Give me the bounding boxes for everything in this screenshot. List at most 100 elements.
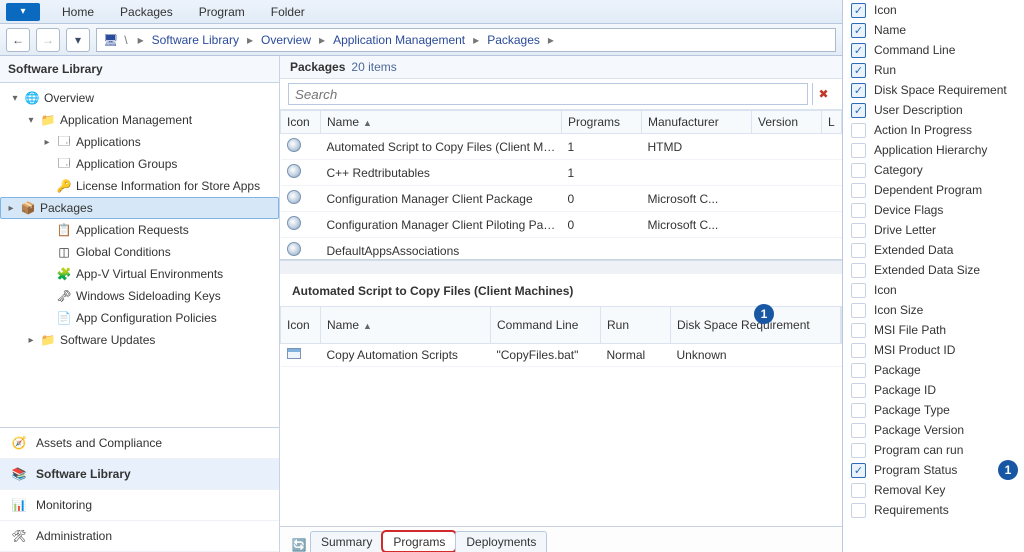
forward-button[interactable]: → <box>36 28 60 52</box>
menu-packages[interactable]: Packages <box>116 3 177 21</box>
tree-node[interactable]: ◫Global Conditions <box>0 241 279 263</box>
checkbox-icon[interactable] <box>851 243 866 258</box>
checkbox-icon[interactable] <box>851 403 866 418</box>
checkbox-icon[interactable]: ✓ <box>851 63 866 78</box>
tree-twisty-icon[interactable]: ▸ <box>6 203 16 214</box>
column-chooser-item[interactable]: ✓Program Status1 <box>843 460 1024 480</box>
table-row[interactable]: Copy Automation Scripts"CopyFiles.bat"No… <box>281 344 842 367</box>
column-chooser-item[interactable]: MSI File Path <box>843 320 1024 340</box>
clear-search-icon[interactable]: ✖ <box>812 83 834 105</box>
refresh-icon[interactable]: 🔄 <box>288 538 310 552</box>
column-chooser-item[interactable]: Program can run <box>843 440 1024 460</box>
checkbox-icon[interactable] <box>851 383 866 398</box>
column-chooser-item[interactable]: Drive Letter <box>843 220 1024 240</box>
tab-summary[interactable]: Summary <box>310 531 383 552</box>
checkbox-icon[interactable] <box>851 163 866 178</box>
checkbox-icon[interactable] <box>851 483 866 498</box>
column-chooser-item[interactable]: Package ID <box>843 380 1024 400</box>
tree-node[interactable]: 📋Application Requests <box>0 219 279 241</box>
table-row[interactable]: DefaultAppsAssociations <box>281 238 842 261</box>
checkbox-icon[interactable] <box>851 123 866 138</box>
column-chooser-item[interactable]: ✓Run <box>843 60 1024 80</box>
col-programs[interactable]: Programs <box>562 111 642 134</box>
checkbox-icon[interactable] <box>851 323 866 338</box>
checkbox-icon[interactable]: ✓ <box>851 3 866 18</box>
checkbox-icon[interactable] <box>851 363 866 378</box>
col-version[interactable]: Version <box>752 111 822 134</box>
tree-node[interactable]: ▸🗔Applications <box>0 131 279 153</box>
column-chooser-item[interactable]: ✓Name <box>843 20 1024 40</box>
menu-program[interactable]: Program <box>195 3 249 21</box>
tab-programs[interactable]: Programs <box>382 531 456 552</box>
col-overflow[interactable]: L <box>822 111 842 134</box>
column-chooser-item[interactable]: Removal Key <box>843 480 1024 500</box>
column-chooser-item[interactable]: Package Version <box>843 420 1024 440</box>
column-chooser-item[interactable]: Extended Data <box>843 240 1024 260</box>
tree-node[interactable]: 🧩App-V Virtual Environments <box>0 263 279 285</box>
dcol-cmd[interactable]: Command Line <box>491 307 601 344</box>
column-chooser-item[interactable]: Application Hierarchy <box>843 140 1024 160</box>
back-button[interactable]: ← <box>6 28 30 52</box>
tree-node[interactable]: ▾🌐Overview <box>0 87 279 109</box>
checkbox-icon[interactable] <box>851 443 866 458</box>
checkbox-icon[interactable] <box>851 423 866 438</box>
checkbox-icon[interactable] <box>851 303 866 318</box>
dcol-run[interactable]: Run <box>601 307 671 344</box>
tree-node[interactable]: ▸📁Software Updates <box>0 329 279 351</box>
tree-twisty-icon[interactable]: ▸ <box>42 137 52 148</box>
breadcrumb-item[interactable]: Software Library <box>150 33 241 47</box>
breadcrumb-item[interactable]: Packages <box>485 33 542 47</box>
checkbox-icon[interactable] <box>851 343 866 358</box>
workspace-item[interactable]: 📊Monitoring <box>0 490 279 521</box>
column-chooser-item[interactable]: Action In Progress <box>843 120 1024 140</box>
dcol-name[interactable]: Name▲ <box>321 307 491 344</box>
column-chooser-item[interactable]: MSI Product ID <box>843 340 1024 360</box>
col-name[interactable]: Name▲ <box>321 111 562 134</box>
workspace-item[interactable]: 📚Software Library <box>0 459 279 490</box>
checkbox-icon[interactable] <box>851 203 866 218</box>
column-chooser-item[interactable]: Requirements <box>843 500 1024 520</box>
table-row[interactable]: C++ Redtributables1 <box>281 160 842 186</box>
tab-deployments[interactable]: Deployments <box>455 531 547 552</box>
tree-node[interactable]: ▸📦Packages <box>0 197 279 219</box>
tree-twisty-icon[interactable]: ▸ <box>26 335 36 346</box>
checkbox-icon[interactable]: ✓ <box>851 43 866 58</box>
menu-folder[interactable]: Folder <box>267 3 309 21</box>
tree-node[interactable]: 🗔Application Groups <box>0 153 279 175</box>
table-row[interactable]: Configuration Manager Client Package0Mic… <box>281 186 842 212</box>
column-chooser-item[interactable]: Extended Data Size <box>843 260 1024 280</box>
column-chooser-item[interactable]: Category <box>843 160 1024 180</box>
up-button[interactable]: ▾ <box>66 28 90 52</box>
breadcrumb-item[interactable]: Overview <box>259 33 313 47</box>
column-chooser-item[interactable]: Package <box>843 360 1024 380</box>
checkbox-icon[interactable]: ✓ <box>851 103 866 118</box>
tree-node[interactable]: 🗝Windows Sideloading Keys <box>0 285 279 307</box>
column-chooser-item[interactable]: ✓Icon <box>843 0 1024 20</box>
tree-node[interactable]: 🔑License Information for Store Apps <box>0 175 279 197</box>
column-chooser-item[interactable]: Icon <box>843 280 1024 300</box>
breadcrumb-item[interactable]: Application Management <box>331 33 467 47</box>
breadcrumb[interactable]: 🖥 \ ▸ Software Library ▸ Overview ▸ Appl… <box>96 28 836 52</box>
tree-twisty-icon[interactable]: ▾ <box>10 93 20 104</box>
col-icon[interactable]: Icon <box>281 111 321 134</box>
column-chooser-item[interactable]: Package Type <box>843 400 1024 420</box>
dcol-icon[interactable]: Icon <box>281 307 321 344</box>
horizontal-scrollbar[interactable] <box>280 260 842 274</box>
column-chooser-item[interactable]: Icon Size <box>843 300 1024 320</box>
workspace-item[interactable]: 🧭Assets and Compliance <box>0 428 279 459</box>
workspace-item[interactable]: 🛠Administration <box>0 521 279 552</box>
tree-node[interactable]: 📄App Configuration Policies <box>0 307 279 329</box>
column-chooser-item[interactable]: ✓Disk Space Requirement <box>843 80 1024 100</box>
search-input[interactable] <box>288 83 808 105</box>
app-menu-button[interactable]: ▾ <box>6 3 40 21</box>
column-chooser-item[interactable]: ✓Command Line <box>843 40 1024 60</box>
checkbox-icon[interactable]: ✓ <box>851 83 866 98</box>
menu-home[interactable]: Home <box>58 3 98 21</box>
checkbox-icon[interactable] <box>851 143 866 158</box>
tree-node[interactable]: ▾📁Application Management <box>0 109 279 131</box>
column-chooser-item[interactable]: ✓User Description <box>843 100 1024 120</box>
checkbox-icon[interactable] <box>851 503 866 518</box>
checkbox-icon[interactable]: ✓ <box>851 23 866 38</box>
checkbox-icon[interactable] <box>851 283 866 298</box>
column-chooser-item[interactable]: Device Flags <box>843 200 1024 220</box>
